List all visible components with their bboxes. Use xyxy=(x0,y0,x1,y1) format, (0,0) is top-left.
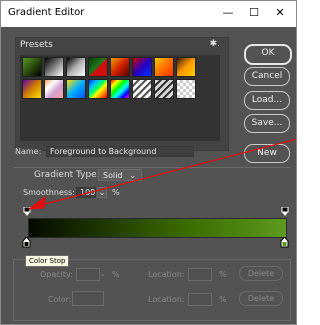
dialog-body: Presets ✱. OK Cancel Load... Save... Nam… xyxy=(1,27,296,324)
close-button[interactable]: ✕ xyxy=(270,4,290,22)
gradient-editor-window: Gradient Editor — ☐ ✕ Presets ✱. OK Canc… xyxy=(0,0,297,325)
window-title: Gradient Editor xyxy=(8,7,85,18)
minimize-button[interactable]: — xyxy=(218,4,238,22)
title-bar: Gradient Editor — ☐ ✕ xyxy=(1,1,296,27)
maximize-button[interactable]: ☐ xyxy=(244,4,264,22)
arrow-head xyxy=(27,195,46,210)
annotation-arrow xyxy=(27,138,296,210)
